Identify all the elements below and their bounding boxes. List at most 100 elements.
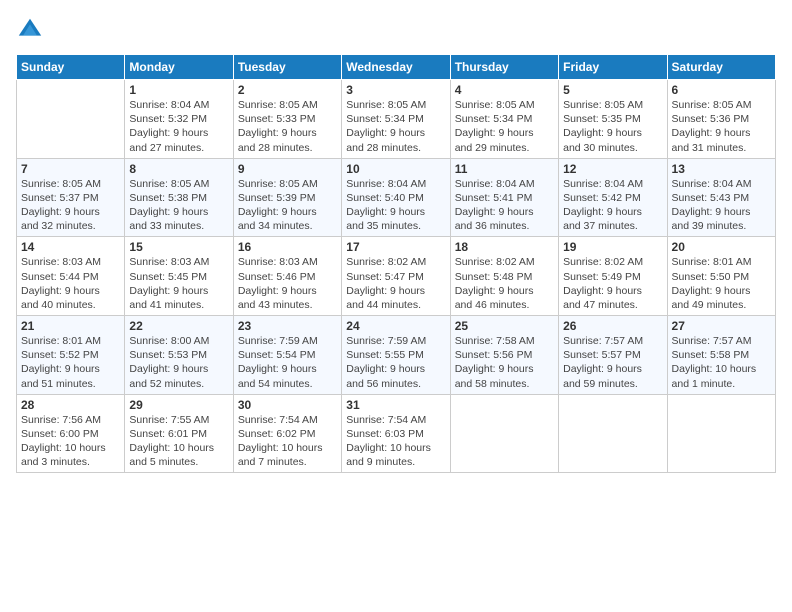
day-detail: Sunrise: 7:54 AM Sunset: 6:02 PM Dayligh… [238, 413, 337, 470]
calendar-week-0: 1Sunrise: 8:04 AM Sunset: 5:32 PM Daylig… [17, 80, 776, 159]
day-detail: Sunrise: 8:02 AM Sunset: 5:49 PM Dayligh… [563, 255, 662, 312]
calendar-cell: 22Sunrise: 8:00 AM Sunset: 5:53 PM Dayli… [125, 316, 233, 395]
weekday-header-thursday: Thursday [450, 55, 558, 80]
weekday-header-monday: Monday [125, 55, 233, 80]
calendar-cell [559, 394, 667, 473]
calendar-cell: 11Sunrise: 8:04 AM Sunset: 5:41 PM Dayli… [450, 158, 558, 237]
calendar-cell: 29Sunrise: 7:55 AM Sunset: 6:01 PM Dayli… [125, 394, 233, 473]
calendar-cell: 23Sunrise: 7:59 AM Sunset: 5:54 PM Dayli… [233, 316, 341, 395]
day-number: 8 [129, 162, 228, 176]
day-number: 2 [238, 83, 337, 97]
calendar-cell: 12Sunrise: 8:04 AM Sunset: 5:42 PM Dayli… [559, 158, 667, 237]
day-number: 28 [21, 398, 120, 412]
calendar-cell: 26Sunrise: 7:57 AM Sunset: 5:57 PM Dayli… [559, 316, 667, 395]
calendar-cell: 6Sunrise: 8:05 AM Sunset: 5:36 PM Daylig… [667, 80, 775, 159]
day-detail: Sunrise: 8:00 AM Sunset: 5:53 PM Dayligh… [129, 334, 228, 391]
calendar-cell: 4Sunrise: 8:05 AM Sunset: 5:34 PM Daylig… [450, 80, 558, 159]
day-number: 18 [455, 240, 554, 254]
day-detail: Sunrise: 8:02 AM Sunset: 5:48 PM Dayligh… [455, 255, 554, 312]
day-number: 17 [346, 240, 445, 254]
calendar-week-4: 28Sunrise: 7:56 AM Sunset: 6:00 PM Dayli… [17, 394, 776, 473]
day-detail: Sunrise: 8:05 AM Sunset: 5:35 PM Dayligh… [563, 98, 662, 155]
day-detail: Sunrise: 8:05 AM Sunset: 5:37 PM Dayligh… [21, 177, 120, 234]
weekday-header-wednesday: Wednesday [342, 55, 450, 80]
calendar-cell: 30Sunrise: 7:54 AM Sunset: 6:02 PM Dayli… [233, 394, 341, 473]
day-number: 21 [21, 319, 120, 333]
logo-icon [16, 16, 44, 44]
calendar-cell: 18Sunrise: 8:02 AM Sunset: 5:48 PM Dayli… [450, 237, 558, 316]
day-detail: Sunrise: 8:04 AM Sunset: 5:43 PM Dayligh… [672, 177, 771, 234]
day-number: 22 [129, 319, 228, 333]
day-number: 7 [21, 162, 120, 176]
calendar-cell: 8Sunrise: 8:05 AM Sunset: 5:38 PM Daylig… [125, 158, 233, 237]
day-detail: Sunrise: 7:54 AM Sunset: 6:03 PM Dayligh… [346, 413, 445, 470]
day-number: 19 [563, 240, 662, 254]
day-detail: Sunrise: 7:58 AM Sunset: 5:56 PM Dayligh… [455, 334, 554, 391]
calendar-cell: 25Sunrise: 7:58 AM Sunset: 5:56 PM Dayli… [450, 316, 558, 395]
day-detail: Sunrise: 8:02 AM Sunset: 5:47 PM Dayligh… [346, 255, 445, 312]
day-number: 31 [346, 398, 445, 412]
calendar-cell: 14Sunrise: 8:03 AM Sunset: 5:44 PM Dayli… [17, 237, 125, 316]
day-number: 15 [129, 240, 228, 254]
day-number: 27 [672, 319, 771, 333]
day-detail: Sunrise: 8:04 AM Sunset: 5:41 PM Dayligh… [455, 177, 554, 234]
day-number: 24 [346, 319, 445, 333]
calendar-cell: 1Sunrise: 8:04 AM Sunset: 5:32 PM Daylig… [125, 80, 233, 159]
calendar-cell [667, 394, 775, 473]
calendar-cell: 5Sunrise: 8:05 AM Sunset: 5:35 PM Daylig… [559, 80, 667, 159]
day-detail: Sunrise: 8:03 AM Sunset: 5:46 PM Dayligh… [238, 255, 337, 312]
calendar-cell: 15Sunrise: 8:03 AM Sunset: 5:45 PM Dayli… [125, 237, 233, 316]
day-number: 5 [563, 83, 662, 97]
day-number: 29 [129, 398, 228, 412]
calendar-cell: 9Sunrise: 8:05 AM Sunset: 5:39 PM Daylig… [233, 158, 341, 237]
calendar-week-1: 7Sunrise: 8:05 AM Sunset: 5:37 PM Daylig… [17, 158, 776, 237]
day-number: 12 [563, 162, 662, 176]
day-detail: Sunrise: 8:01 AM Sunset: 5:50 PM Dayligh… [672, 255, 771, 312]
day-detail: Sunrise: 8:04 AM Sunset: 5:42 PM Dayligh… [563, 177, 662, 234]
header [16, 16, 776, 44]
calendar-cell: 2Sunrise: 8:05 AM Sunset: 5:33 PM Daylig… [233, 80, 341, 159]
day-detail: Sunrise: 7:59 AM Sunset: 5:54 PM Dayligh… [238, 334, 337, 391]
weekday-row: SundayMondayTuesdayWednesdayThursdayFrid… [17, 55, 776, 80]
logo [16, 16, 48, 44]
calendar-week-2: 14Sunrise: 8:03 AM Sunset: 5:44 PM Dayli… [17, 237, 776, 316]
calendar-cell: 31Sunrise: 7:54 AM Sunset: 6:03 PM Dayli… [342, 394, 450, 473]
calendar-cell: 28Sunrise: 7:56 AM Sunset: 6:00 PM Dayli… [17, 394, 125, 473]
day-detail: Sunrise: 7:59 AM Sunset: 5:55 PM Dayligh… [346, 334, 445, 391]
day-number: 9 [238, 162, 337, 176]
calendar-table: SundayMondayTuesdayWednesdayThursdayFrid… [16, 54, 776, 473]
day-number: 25 [455, 319, 554, 333]
calendar-cell [17, 80, 125, 159]
day-detail: Sunrise: 8:05 AM Sunset: 5:38 PM Dayligh… [129, 177, 228, 234]
calendar-cell: 21Sunrise: 8:01 AM Sunset: 5:52 PM Dayli… [17, 316, 125, 395]
calendar-cell: 10Sunrise: 8:04 AM Sunset: 5:40 PM Dayli… [342, 158, 450, 237]
day-number: 16 [238, 240, 337, 254]
day-detail: Sunrise: 8:05 AM Sunset: 5:34 PM Dayligh… [346, 98, 445, 155]
calendar-week-3: 21Sunrise: 8:01 AM Sunset: 5:52 PM Dayli… [17, 316, 776, 395]
day-number: 1 [129, 83, 228, 97]
day-detail: Sunrise: 8:05 AM Sunset: 5:33 PM Dayligh… [238, 98, 337, 155]
weekday-header-sunday: Sunday [17, 55, 125, 80]
calendar-cell: 16Sunrise: 8:03 AM Sunset: 5:46 PM Dayli… [233, 237, 341, 316]
weekday-header-saturday: Saturday [667, 55, 775, 80]
day-number: 14 [21, 240, 120, 254]
day-number: 13 [672, 162, 771, 176]
day-detail: Sunrise: 8:01 AM Sunset: 5:52 PM Dayligh… [21, 334, 120, 391]
day-number: 6 [672, 83, 771, 97]
weekday-header-tuesday: Tuesday [233, 55, 341, 80]
calendar-cell: 3Sunrise: 8:05 AM Sunset: 5:34 PM Daylig… [342, 80, 450, 159]
day-detail: Sunrise: 8:04 AM Sunset: 5:40 PM Dayligh… [346, 177, 445, 234]
calendar-cell [450, 394, 558, 473]
day-number: 20 [672, 240, 771, 254]
day-detail: Sunrise: 8:03 AM Sunset: 5:45 PM Dayligh… [129, 255, 228, 312]
calendar-cell: 24Sunrise: 7:59 AM Sunset: 5:55 PM Dayli… [342, 316, 450, 395]
calendar-cell: 19Sunrise: 8:02 AM Sunset: 5:49 PM Dayli… [559, 237, 667, 316]
calendar-cell: 27Sunrise: 7:57 AM Sunset: 5:58 PM Dayli… [667, 316, 775, 395]
calendar-header: SundayMondayTuesdayWednesdayThursdayFrid… [17, 55, 776, 80]
page: SundayMondayTuesdayWednesdayThursdayFrid… [0, 0, 792, 612]
day-number: 23 [238, 319, 337, 333]
day-detail: Sunrise: 8:04 AM Sunset: 5:32 PM Dayligh… [129, 98, 228, 155]
day-number: 30 [238, 398, 337, 412]
day-detail: Sunrise: 8:05 AM Sunset: 5:34 PM Dayligh… [455, 98, 554, 155]
day-detail: Sunrise: 7:57 AM Sunset: 5:58 PM Dayligh… [672, 334, 771, 391]
